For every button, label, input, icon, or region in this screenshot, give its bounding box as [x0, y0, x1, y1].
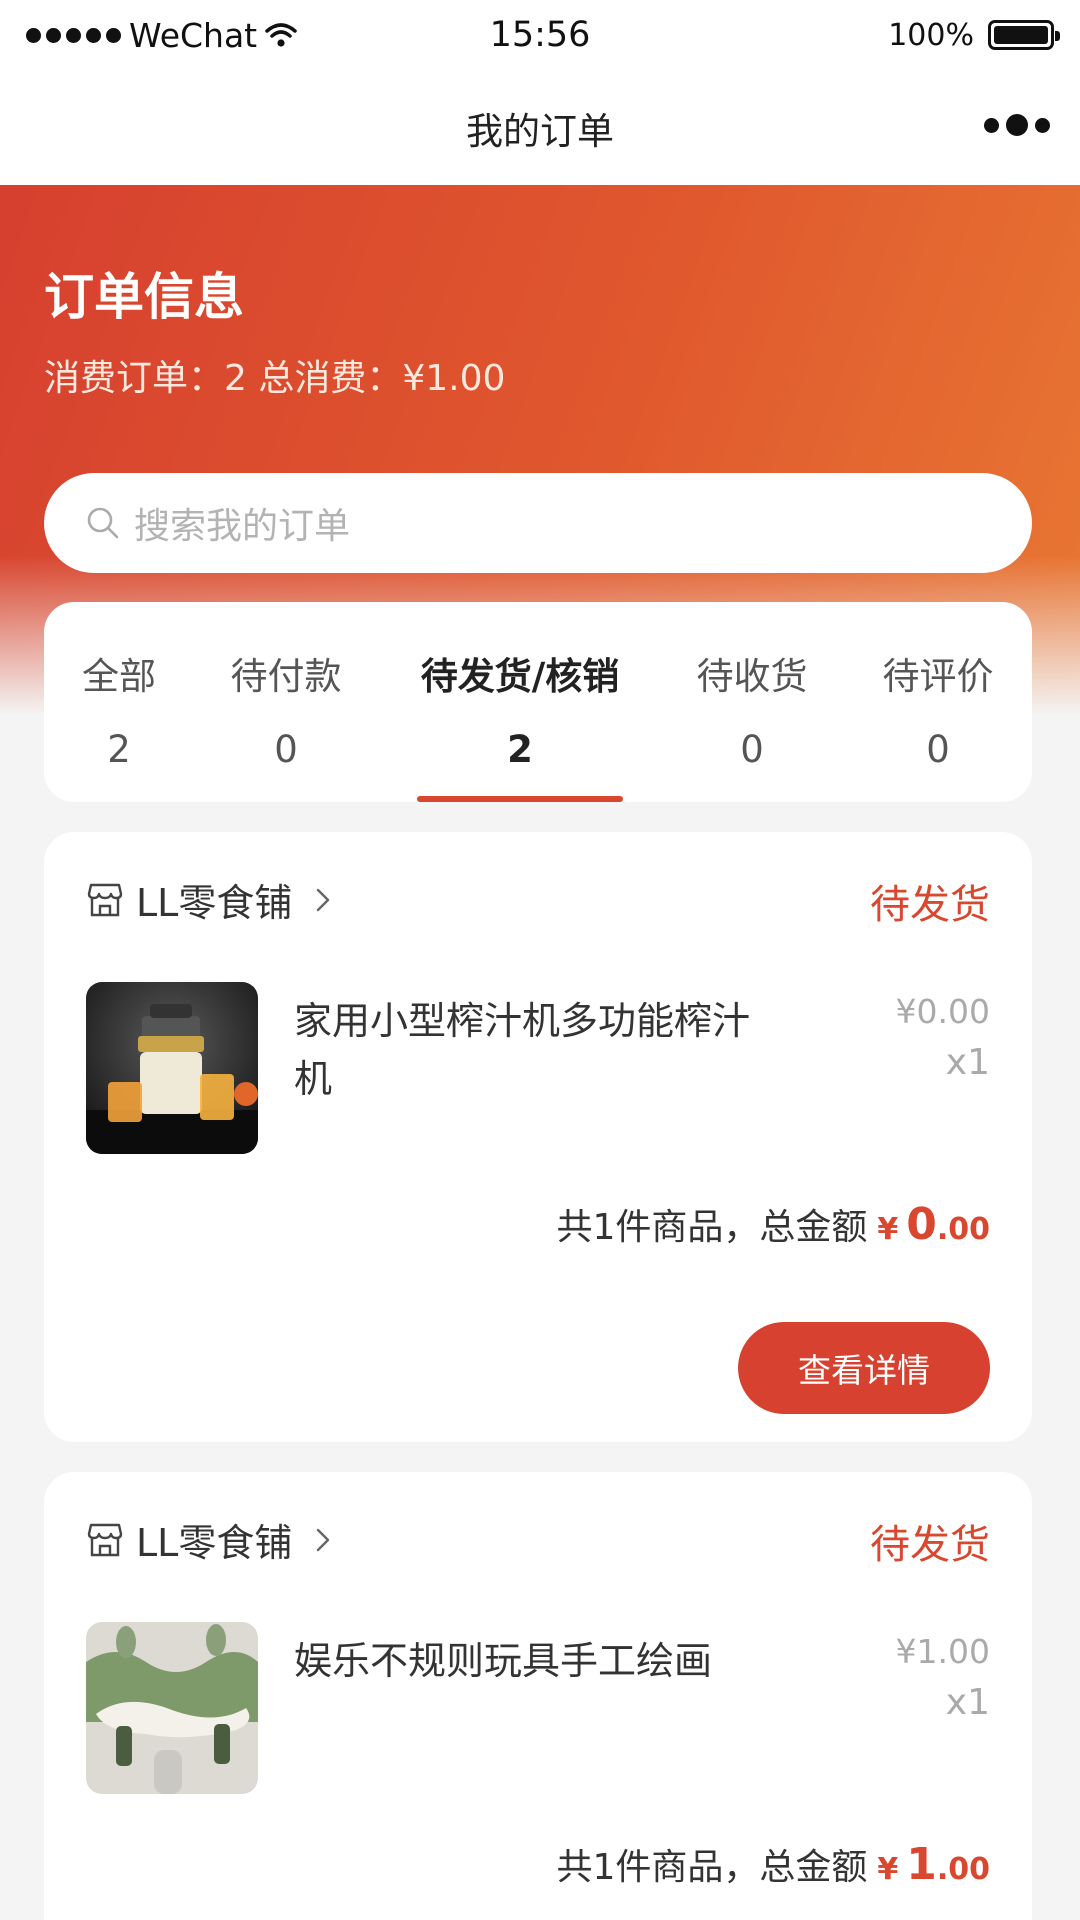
signal-icon: [26, 27, 121, 43]
total-amount-integer: 0: [906, 1199, 937, 1250]
total-amount-decimal: .00: [936, 1852, 990, 1887]
total-label: 共1件商品，总金额: [556, 1847, 868, 1888]
tab-pending-shipment[interactable]: 待发货/核销 2: [421, 646, 620, 771]
store-name: LL零食铺: [136, 881, 293, 925]
tab-label: 全部: [82, 655, 156, 698]
view-details-button[interactable]: 查看详情: [738, 1322, 990, 1414]
product-title: 家用小型榨汁机多功能榨汁机: [294, 999, 751, 1101]
order-card: LL零食铺 待发货 娱乐不规则玩具手工绘画 ¥1.00 x1 共1件商品，总金额: [44, 1472, 1032, 1920]
tab-label: 待评价: [882, 655, 994, 698]
tab-label: 待收货: [696, 655, 808, 698]
product-quantity: x1: [945, 1042, 990, 1083]
tab-count: 0: [740, 728, 764, 771]
tab-all[interactable]: 全部 2: [82, 646, 156, 771]
wifi-icon: [265, 23, 297, 47]
tab-count: 0: [926, 728, 950, 771]
product-price: ¥0.00: [895, 992, 990, 1031]
battery-icon: [988, 20, 1060, 50]
tab-label: 待发货/核销: [420, 655, 620, 698]
status-bar: WeChat 15:56 100%: [0, 0, 1080, 70]
tab-count: 2: [107, 728, 131, 771]
tab-pending-receipt[interactable]: 待收货 0: [697, 646, 808, 771]
search-placeholder: 搜索我的订单: [134, 506, 351, 547]
product-image-toy[interactable]: [86, 1622, 258, 1794]
search-input[interactable]: 搜索我的订单: [44, 473, 1032, 573]
order-status: 待发货: [870, 882, 990, 928]
order-status: 待发货: [870, 1522, 990, 1568]
store-icon: [87, 883, 123, 916]
active-tab-indicator: [417, 796, 623, 802]
more-icon[interactable]: [984, 114, 1050, 136]
tab-count: 0: [274, 728, 298, 771]
carrier-label: WeChat: [129, 15, 258, 55]
tab-count: 2: [507, 728, 533, 771]
order-summary: 消费订单：2 总消费：¥1.00: [44, 358, 506, 399]
chevron-right-icon: [317, 1528, 330, 1551]
total-currency: ¥: [877, 1212, 899, 1247]
total-amount-decimal: .00: [936, 1212, 990, 1247]
tab-label: 待付款: [230, 655, 342, 698]
battery-percent: 100%: [888, 17, 974, 53]
store-link[interactable]: LL零食铺: [86, 1512, 332, 1567]
order-total: 共1件商品，总金额 ¥ 0 .00: [556, 1198, 990, 1250]
status-left: WeChat: [26, 16, 888, 55]
chevron-right-icon: [317, 888, 330, 911]
store-icon: [87, 1523, 123, 1556]
order-tabs: 全部 2 待付款 0 待发货/核销 2 待收货 0 待评价 0: [44, 602, 1032, 802]
total-amount-integer: 1: [906, 1839, 937, 1890]
order-total: 共1件商品，总金额 ¥ 1 .00: [556, 1838, 990, 1890]
battery-level: [994, 26, 1048, 44]
status-right: 100%: [888, 17, 1060, 53]
search-icon: [87, 507, 119, 539]
page-title: 我的订单: [466, 109, 614, 153]
order-card: LL零食铺 待发货 家用小型榨汁机多功能榨汁机 ¥0.00 x1 共1件商品，总…: [44, 832, 1032, 1442]
store-link[interactable]: LL零食铺: [86, 872, 332, 927]
phone-screen: WeChat 15:56 100% 我的订单 订单信息 消费订单：2 总消费：¥…: [0, 0, 1080, 1920]
store-name: LL零食铺: [136, 1521, 293, 1565]
product-quantity: x1: [945, 1682, 990, 1723]
total-currency: ¥: [877, 1852, 899, 1887]
nav-bar: 我的订单: [0, 70, 1080, 185]
tab-pending-review[interactable]: 待评价 0: [883, 646, 994, 771]
product-title: 娱乐不规则玩具手工绘画: [294, 1639, 713, 1683]
order-info-title: 订单信息: [44, 268, 244, 326]
total-label: 共1件商品，总金额: [556, 1207, 868, 1248]
tab-pending-payment[interactable]: 待付款 0: [231, 646, 342, 771]
product-price: ¥1.00: [895, 1632, 990, 1671]
product-image-juicer[interactable]: [86, 982, 258, 1154]
